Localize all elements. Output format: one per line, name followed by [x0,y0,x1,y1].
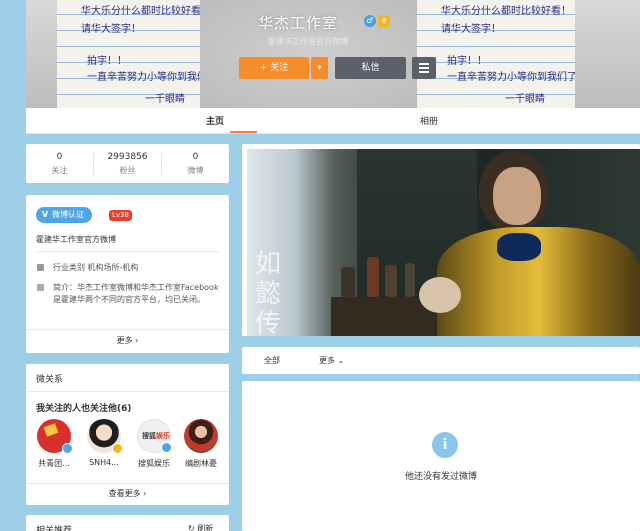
verify-badge[interactable]: V 微博认证 [36,207,92,223]
info-icon: i [432,432,458,458]
note-line: 华大乐分什么都时比较好看！ [441,6,571,17]
empty-feed-message: 他还没有发过微博 [404,472,477,482]
stat-label: 关注 [51,166,68,175]
friend-avatar[interactable] [87,419,123,454]
menu-button[interactable] [412,57,436,79]
menu-icon [419,63,429,65]
industry-icon [37,264,44,271]
note-line: 一千眼睛 [505,94,545,105]
intro-icon [37,284,44,291]
info-card: V 微博认证 Lv38 霍建华工作室官方微博 行业类别 机构场所-机构 简介：华杰… [26,195,229,353]
industry-text: 行业类别 机构场所-机构 [53,263,139,272]
cover-note-right: 华大乐分什么都时比较好看！ 请华大签字！ 拍字！！ 一直辛苦努力小等你到我们了一… [417,0,575,108]
stat-label: 粉丝 [119,166,136,175]
verified-icon [62,443,73,454]
filter-all-tab[interactable]: 全部 [264,355,280,366]
verified-icon [112,443,123,454]
verify-v-icon: V [42,210,49,219]
tab-album[interactable]: 相册 [420,114,438,127]
friend-name: SNH4... [89,458,119,467]
friend-item[interactable]: 编剧林憂 [181,419,221,469]
stat-posts[interactable]: 0 微博 [162,152,229,176]
info-more-link[interactable]: 更多 › [26,335,229,346]
note-line: 一千眼睛 [145,94,185,105]
relations-subtitle: 我关注的人也关注他(6) [36,404,132,414]
stat-fans[interactable]: 2993856 粉丝 [94,152,161,176]
stats-card: 0 关注 2993856 粉丝 0 微博 [26,144,229,183]
view-more-link[interactable]: 查看更多 › [26,488,229,499]
cover-note-left: 华大乐分什么都时比较好看！ 请华大签字！ 拍字！！ 一直辛苦努力小等你到我们了一… [57,0,215,108]
recommend-card: 相关推荐 ↻ 刷新 [26,515,229,531]
note-line: 一直辛苦努力小等你到我们了一份 [87,72,215,83]
note-line: 一直辛苦努力小等你到我们了一份 [447,72,575,83]
relations-title: 微关系 [36,375,64,385]
level-badge[interactable]: Lv38 [109,210,132,221]
friend-avatar[interactable] [184,419,218,453]
relations-card: 微关系 我关注的人也关注他(6) 共青团... SNH4... 搜狐娱乐 搜狐娱… [26,364,229,505]
follow-button[interactable]: + 关注 [239,57,309,79]
friend-avatar[interactable] [37,419,73,454]
note-line: 请华大签字！ [441,24,501,35]
profile-subline: 霍建华工作室官方微博 [268,37,348,46]
friend-name: 共青团... [38,459,70,468]
note-line: 拍字！！ [87,56,127,67]
stat-value: 0 [192,152,199,162]
friend-item[interactable]: 搜狐娱乐 搜狐娱乐 [134,419,174,469]
recommend-title: 相关推荐 [36,526,73,531]
cover-photo[interactable]: 如懿传 [247,149,640,336]
note-line: 请华大签字！ [81,24,141,35]
filter-more-dropdown[interactable]: 更多 ⌄ [319,355,344,366]
friend-item[interactable]: SNH4... [84,419,124,467]
note-line: 拍字！！ [447,56,487,67]
verified-icon [161,442,172,453]
feed-filter-bar: 全部 更多 ⌄ [242,347,640,374]
tab-home[interactable]: 主页 [206,114,224,127]
stat-value: 2993856 [107,152,148,162]
friend-item[interactable]: 共青团... [34,419,74,469]
sohu-logo: 搜狐娱乐 [142,432,170,440]
stat-label: 微博 [187,166,204,175]
stat-following[interactable]: 0 关注 [26,152,93,176]
empty-feed: i 他还没有发过微博 [242,381,640,531]
vip-crown-icon[interactable]: ♛ [378,15,390,27]
note-line: 华大乐分什么都时比较好看！ [81,6,211,17]
tab-active-underline [230,131,257,133]
friend-name: 搜狐娱乐 [138,459,170,468]
verify-description: 霍建华工作室官方微博 [36,235,116,244]
stat-value: 0 [56,152,63,162]
friend-avatar[interactable]: 搜狐娱乐 [137,419,172,453]
photo-panel: 如懿传 [242,144,640,336]
drama-title-watermark: 如懿传 [255,249,282,336]
profile-nav [26,108,640,134]
message-button[interactable]: 私信 [335,57,406,79]
follow-dropdown-button[interactable]: ▾ [311,57,328,79]
friend-name: 编剧林憂 [185,459,217,468]
male-icon: ♂ [364,15,376,27]
intro-text: 简介：华杰工作室微博和华杰工作室Facebook是霍建华两个不同的官方平台，均已… [53,283,219,304]
refresh-button[interactable]: ↻ 刷新 [188,523,213,531]
